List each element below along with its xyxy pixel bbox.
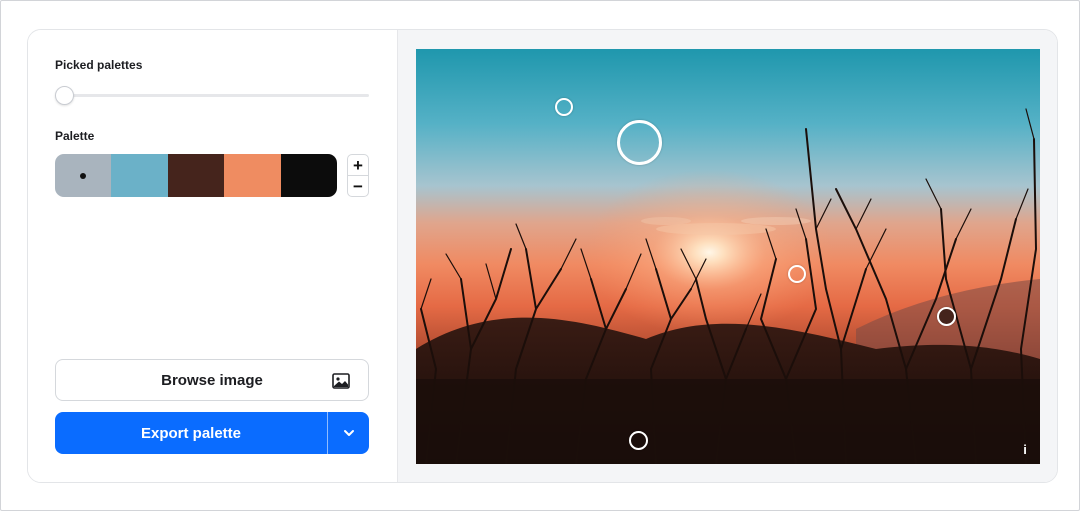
remove-color-button[interactable]: −: [348, 175, 368, 196]
palette-label: Palette: [55, 129, 95, 143]
color-picker-handle[interactable]: [629, 431, 648, 450]
color-picker-handle[interactable]: [555, 98, 573, 116]
palette-swatch[interactable]: [224, 154, 281, 197]
image-panel: i: [397, 30, 1057, 482]
export-options-button[interactable]: [328, 412, 369, 454]
app-frame: Picked palettes Palette + − Browse image: [0, 0, 1080, 511]
palette-generator-card: Picked palettes Palette + − Browse image: [27, 29, 1058, 483]
color-picker-handle[interactable]: [937, 307, 956, 326]
add-color-button[interactable]: +: [348, 155, 368, 175]
palette-swatch[interactable]: [167, 154, 225, 197]
controls-panel: Picked palettes Palette + − Browse image: [28, 30, 397, 482]
export-palette-button[interactable]: Export palette: [55, 412, 327, 454]
picked-palettes-slider-track[interactable]: [55, 94, 369, 97]
image-icon: [332, 373, 350, 389]
picked-palettes-slider-thumb[interactable]: [55, 86, 74, 105]
browse-image-button[interactable]: Browse image: [55, 359, 369, 401]
picked-palettes-label: Picked palettes: [55, 58, 143, 72]
source-image[interactable]: i: [416, 49, 1040, 464]
palette-size-stepper: + −: [347, 154, 369, 197]
info-button[interactable]: i: [1020, 442, 1030, 457]
palette-swatch[interactable]: [55, 154, 112, 197]
chevron-down-icon: [343, 430, 354, 436]
color-picker-handle-active[interactable]: [617, 120, 662, 165]
palette-swatch[interactable]: [280, 154, 337, 197]
browse-image-label: Browse image: [161, 371, 263, 389]
palette-strip: [55, 154, 337, 197]
selected-swatch-indicator: [80, 172, 87, 179]
export-button-group: Export palette: [55, 412, 369, 454]
palette-swatch[interactable]: [111, 154, 168, 197]
color-picker-handle[interactable]: [788, 265, 806, 283]
sunset-photo: [416, 49, 1040, 464]
